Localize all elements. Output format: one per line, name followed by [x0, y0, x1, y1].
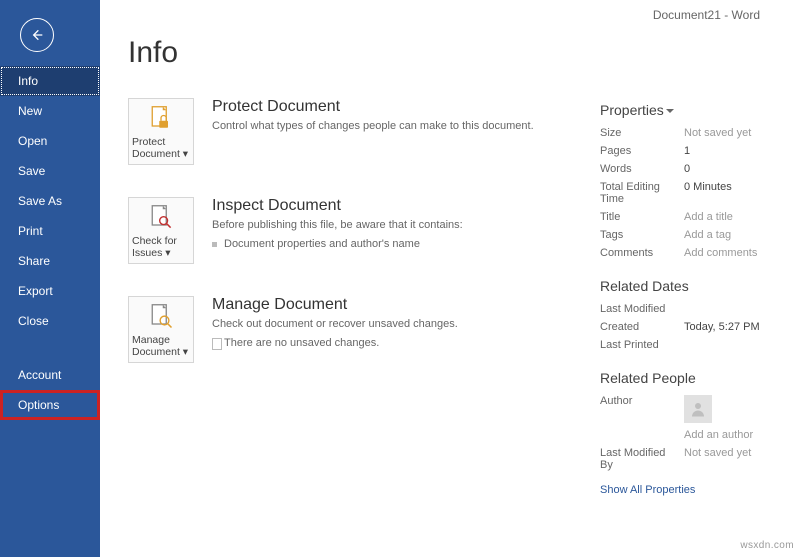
- add-author-link[interactable]: Add an author: [684, 426, 790, 444]
- section-manage: Manage Document ▾ Manage Document Check …: [128, 296, 580, 363]
- prop-value-pages: 1: [684, 142, 790, 160]
- protect-document-button[interactable]: Protect Document ▾: [128, 98, 194, 165]
- protect-document-button-label: Protect Document ▾: [132, 136, 190, 160]
- prop-label: Created: [600, 318, 684, 336]
- last-modified-by-label: Last Modified By: [600, 444, 684, 474]
- page-title: Info: [128, 36, 580, 70]
- inspect-document-icon: [147, 204, 175, 232]
- manage-document-icon: [147, 303, 175, 331]
- sidebar-item-save[interactable]: Save: [0, 156, 100, 186]
- dropdown-icon: [666, 109, 674, 113]
- sidebar-item-account[interactable]: Account: [0, 360, 100, 390]
- prop-label: Title: [600, 208, 684, 226]
- check-for-issues-button-label: Check for Issues ▾: [132, 235, 190, 259]
- properties-table: SizeNot saved yet Pages1 Words0 Total Ed…: [600, 124, 790, 262]
- protect-document-icon: [147, 105, 175, 133]
- prop-label: Comments: [600, 244, 684, 262]
- person-icon: [689, 400, 707, 418]
- prop-value-comments[interactable]: Add comments: [684, 244, 790, 262]
- properties-heading[interactable]: Properties: [600, 102, 790, 118]
- prop-value-editing-time: 0 Minutes: [684, 178, 790, 208]
- section-protect: Protect Document ▾ Protect Document Cont…: [128, 98, 580, 165]
- sidebar-item-new[interactable]: New: [0, 96, 100, 126]
- manage-desc: Check out document or recover unsaved ch…: [212, 317, 580, 332]
- main-content: Info Protect Document ▾ Protect Document…: [100, 0, 595, 405]
- prop-label: Last Printed: [600, 336, 684, 354]
- avatar: [684, 395, 712, 423]
- manage-subitem: There are no unsaved changes.: [212, 336, 580, 351]
- manage-heading: Manage Document: [212, 296, 580, 314]
- show-all-properties-link[interactable]: Show All Properties: [600, 484, 790, 496]
- prop-value-last-modified: [684, 300, 790, 318]
- sidebar-item-info[interactable]: Info: [0, 66, 100, 96]
- protect-heading: Protect Document: [212, 98, 580, 116]
- window-title: Document21 - Word: [653, 8, 760, 22]
- prop-value-created: Today, 5:27 PM: [684, 318, 790, 336]
- prop-value-title[interactable]: Add a title: [684, 208, 790, 226]
- back-arrow-icon: [29, 27, 45, 43]
- manage-document-button-label: Manage Document ▾: [132, 334, 190, 358]
- sidebar-item-share[interactable]: Share: [0, 246, 100, 276]
- sidebar-item-close[interactable]: Close: [0, 306, 100, 336]
- back-button[interactable]: [20, 18, 54, 52]
- sidebar-item-print[interactable]: Print: [0, 216, 100, 246]
- prop-label: Total Editing Time: [600, 178, 684, 208]
- section-inspect: Check for Issues ▾ Inspect Document Befo…: [128, 197, 580, 264]
- sidebar-item-export[interactable]: Export: [0, 276, 100, 306]
- properties-panel: Properties SizeNot saved yet Pages1 Word…: [600, 102, 790, 496]
- manage-document-button[interactable]: Manage Document ▾: [128, 296, 194, 363]
- related-people-table: Author Add an author Last Modified ByNot…: [600, 392, 790, 474]
- related-dates-table: Last Modified CreatedToday, 5:27 PM Last…: [600, 300, 790, 354]
- sidebar-item-save-as[interactable]: Save As: [0, 186, 100, 216]
- prop-value-last-printed: [684, 336, 790, 354]
- protect-desc: Control what types of changes people can…: [212, 119, 580, 134]
- prop-label: Words: [600, 160, 684, 178]
- related-people-heading: Related People: [600, 370, 790, 386]
- sidebar-item-open[interactable]: Open: [0, 126, 100, 156]
- last-modified-by-value: Not saved yet: [684, 444, 790, 474]
- prop-label: Last Modified: [600, 300, 684, 318]
- check-for-issues-button[interactable]: Check for Issues ▾: [128, 197, 194, 264]
- author-label: Author: [600, 392, 684, 426]
- properties-heading-label: Properties: [600, 102, 664, 118]
- prop-value-words: 0: [684, 160, 790, 178]
- prop-label: Size: [600, 124, 684, 142]
- prop-value-tags[interactable]: Add a tag: [684, 226, 790, 244]
- inspect-desc: Before publishing this file, be aware th…: [212, 218, 580, 233]
- inspect-heading: Inspect Document: [212, 197, 580, 215]
- prop-label: Pages: [600, 142, 684, 160]
- prop-label: Tags: [600, 226, 684, 244]
- prop-value-size: Not saved yet: [684, 124, 790, 142]
- inspect-subitem: Document properties and author's name: [212, 237, 580, 252]
- watermark: wsxdn.com: [740, 540, 794, 551]
- related-dates-heading: Related Dates: [600, 278, 790, 294]
- sidebar-item-options[interactable]: Options: [0, 390, 100, 420]
- backstage-sidebar: Info New Open Save Save As Print Share E…: [0, 0, 100, 557]
